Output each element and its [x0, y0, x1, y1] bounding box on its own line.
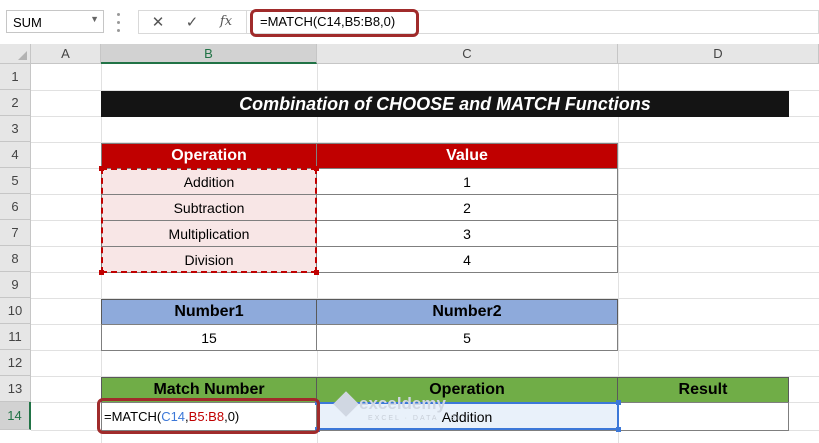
watermark-subtitle: EXCEL · DATA · BI — [368, 415, 461, 422]
table2-header-number2: Number2 — [316, 299, 618, 325]
formula-bar-grip[interactable] — [117, 8, 120, 36]
watermark-name: exceldemy — [359, 394, 446, 413]
range-handle[interactable] — [616, 400, 621, 405]
row-header-8[interactable]: 8 — [0, 246, 31, 272]
row-header-9[interactable]: 9 — [0, 272, 31, 298]
row-header-13[interactable]: 13 — [0, 376, 31, 402]
range-handle[interactable] — [314, 166, 319, 171]
row-header-4[interactable]: 4 — [0, 142, 31, 168]
chevron-down-icon[interactable]: ▼ — [90, 14, 99, 24]
column-header-a[interactable]: A — [31, 44, 101, 64]
name-box-value: SUM — [13, 15, 42, 30]
table2-cell-number1[interactable]: 15 — [101, 324, 317, 351]
close-icon[interactable]: ✕ — [147, 13, 169, 33]
column-header-c[interactable]: C — [317, 44, 618, 64]
formula-bar: SUM ▼ ✕ ✓ fx =MATCH(C14,B5:B8,0) — [0, 0, 819, 44]
table1-header-operation: Operation — [101, 143, 317, 169]
row-header-5[interactable]: 5 — [0, 168, 31, 194]
row-header-11[interactable]: 11 — [0, 324, 31, 350]
reference-range-b5-b8 — [101, 168, 317, 273]
edit-cell-highlight — [97, 398, 320, 434]
range-handle[interactable] — [314, 270, 319, 275]
page-title: Combination of CHOOSE and MATCH Function… — [101, 91, 789, 117]
row-header-12[interactable]: 12 — [0, 350, 31, 376]
table3-header-result: Result — [617, 377, 789, 403]
range-handle[interactable] — [99, 270, 104, 275]
column-header-b[interactable]: B — [101, 44, 317, 64]
row-header-7[interactable]: 7 — [0, 220, 31, 246]
table3-cell-result[interactable] — [617, 402, 789, 431]
check-icon[interactable]: ✓ — [181, 13, 203, 33]
row-header-2[interactable]: 2 — [0, 90, 31, 116]
table1-cell-value[interactable]: 1 — [316, 168, 618, 195]
exceldemy-logo-icon — [333, 391, 359, 417]
watermark: exceldemy — [333, 391, 446, 417]
table1-cell-value[interactable]: 3 — [316, 220, 618, 247]
select-all-button[interactable] — [0, 44, 31, 64]
formula-highlight — [250, 9, 419, 37]
formula-bar-buttons: ✕ ✓ fx — [138, 10, 246, 34]
insert-function-icon[interactable]: fx — [215, 14, 237, 34]
table2-header-number1: Number1 — [101, 299, 317, 325]
table2-cell-number2[interactable]: 5 — [316, 324, 618, 351]
row-header-1[interactable]: 1 — [0, 64, 31, 90]
table1-cell-value[interactable]: 4 — [316, 246, 618, 273]
name-box[interactable]: SUM ▼ — [6, 10, 104, 33]
column-header-d[interactable]: D — [618, 44, 819, 64]
row-header-3[interactable]: 3 — [0, 116, 31, 142]
table1-header-value: Value — [316, 143, 618, 169]
table1-cell-value[interactable]: 2 — [316, 194, 618, 221]
spreadsheet-grid[interactable]: A B C D 1 2 3 4 5 6 7 8 9 10 11 12 13 14… — [0, 44, 819, 443]
row-header-6[interactable]: 6 — [0, 194, 31, 220]
row-header-14[interactable]: 14 — [0, 402, 31, 430]
range-handle[interactable] — [99, 166, 104, 171]
row-header-10[interactable]: 10 — [0, 298, 31, 324]
range-handle[interactable] — [616, 427, 621, 432]
